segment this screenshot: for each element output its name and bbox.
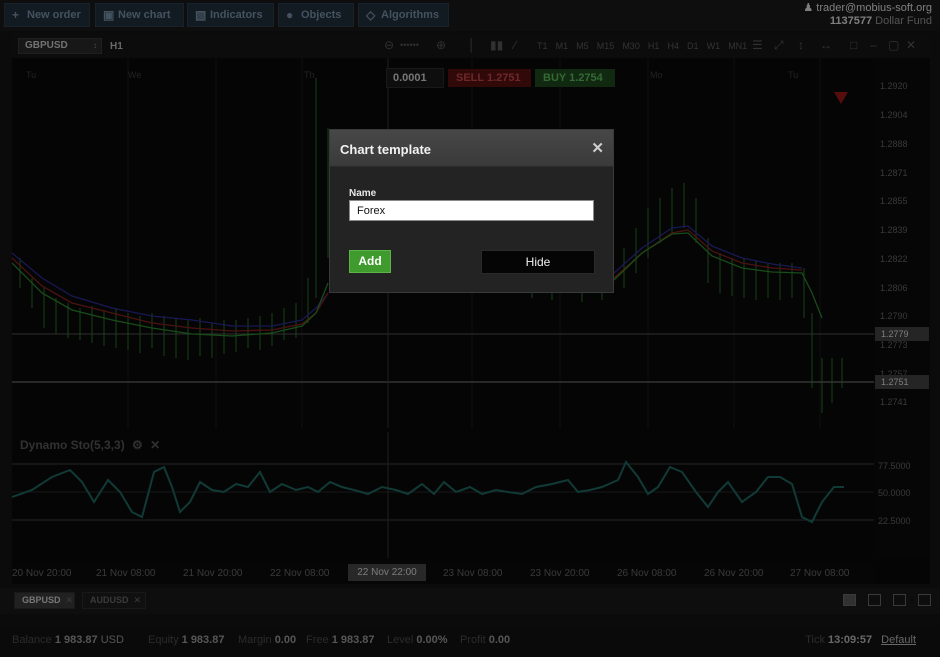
chart-template-dialog: Chart template ✕ Name Add Hide [329, 129, 614, 293]
close-icon[interactable]: ✕ [591, 139, 604, 157]
template-name-input[interactable] [349, 200, 594, 221]
name-field-label: Name [349, 188, 377, 199]
hide-button[interactable]: Hide [481, 250, 595, 274]
modal-backdrop[interactable] [0, 0, 940, 657]
dialog-header: Chart template ✕ [330, 130, 613, 167]
dialog-title: Chart template [340, 142, 432, 157]
add-button[interactable]: Add [349, 250, 391, 273]
